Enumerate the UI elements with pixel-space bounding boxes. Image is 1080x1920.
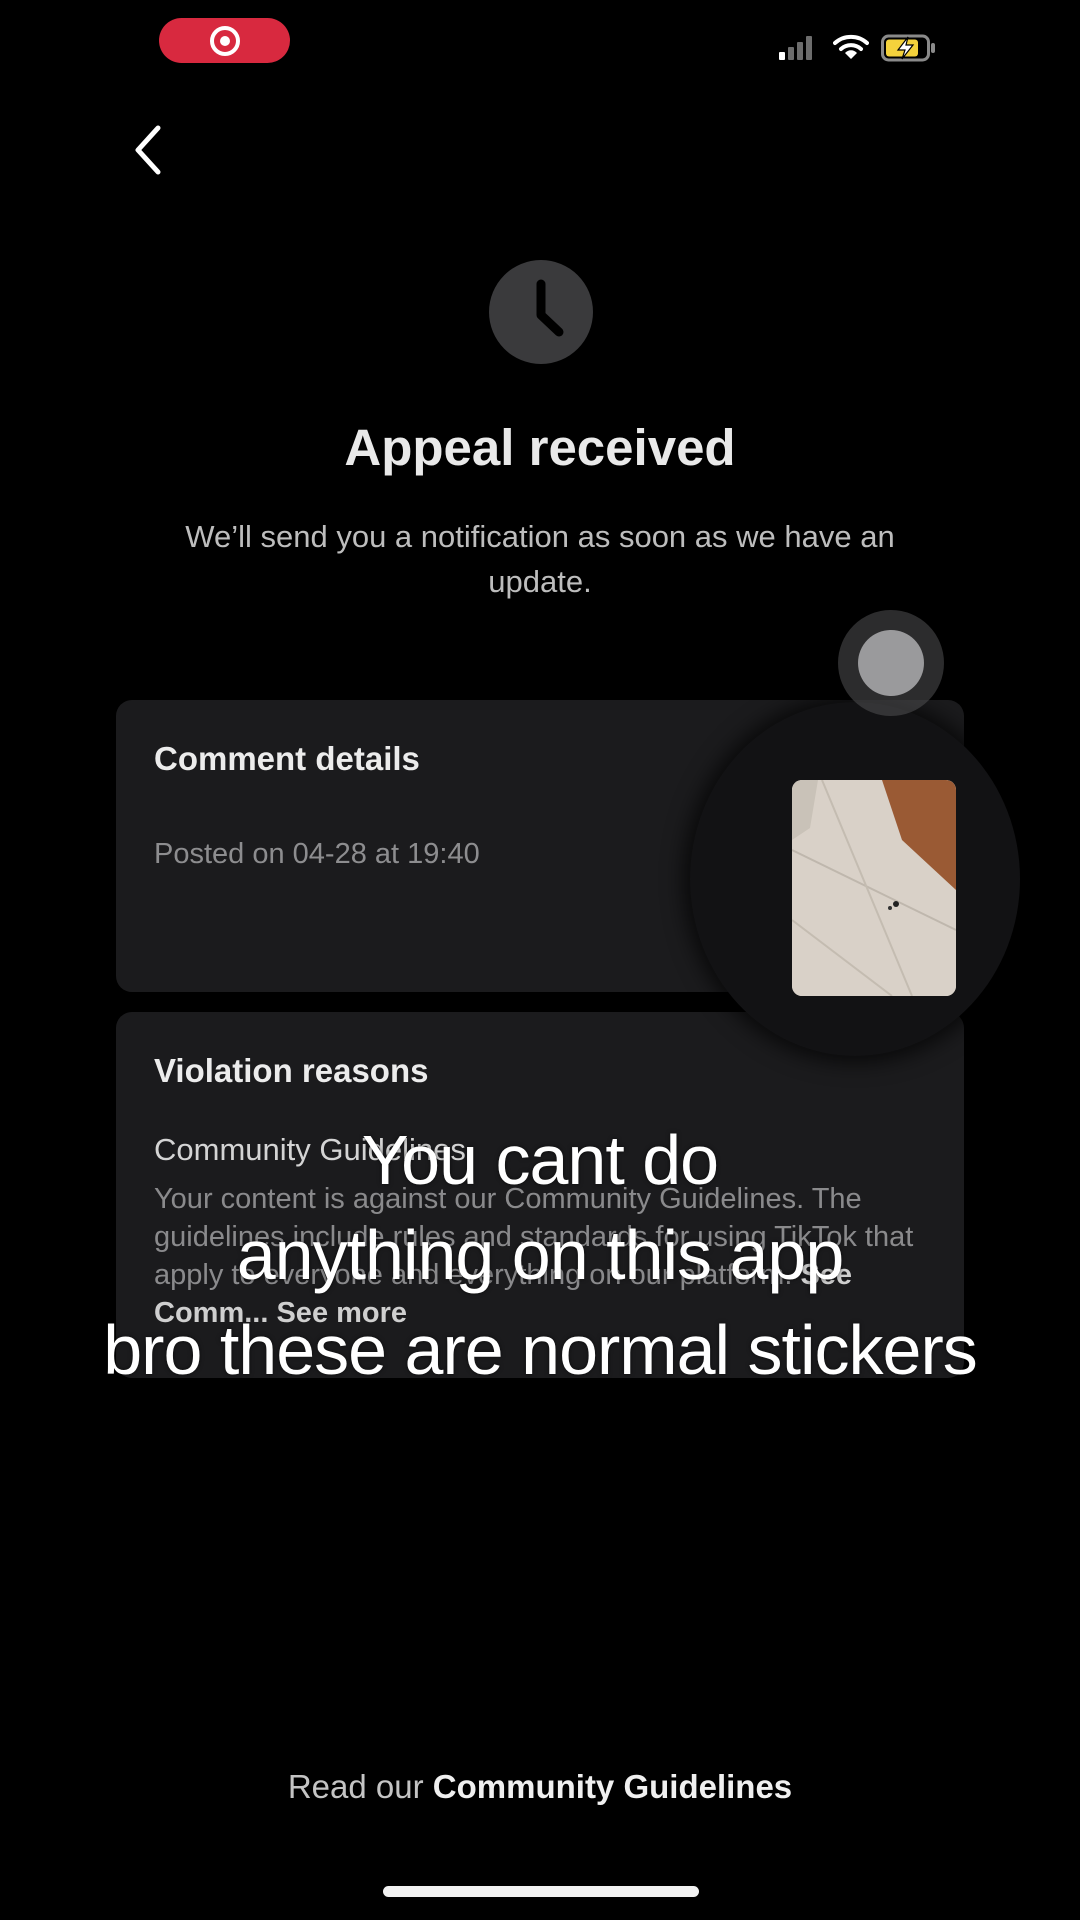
posted-timestamp: Posted on 04-28 at 19:40 [154,838,480,870]
screen-recording-indicator[interactable] [159,18,290,63]
comment-details-title: Comment details [154,740,420,777]
wifi-icon [833,34,869,59]
community-guidelines-link[interactable]: Community Guidelines [433,1768,792,1805]
footer-prefix: Read our [287,1768,424,1805]
overlay-caption-line-2: anything on this app [236,1216,845,1294]
page-subtitle: We’ll send you a notification as soon as… [185,519,895,599]
page-title: Appeal received [344,419,736,476]
overlay-caption-line-3: bro these are normal stickers [103,1311,978,1389]
clock-icon [489,260,593,364]
violation-reasons-title: Violation reasons [154,1052,429,1089]
screen-recording-icon [209,25,240,56]
footer-guidelines: Read our Community Guidelines [0,1768,1080,1806]
overlay-caption-line-1: You cant do [361,1121,719,1199]
touch-indicator-core [858,630,924,696]
battery-charging-icon [881,34,935,62]
cellular-signal-icon [779,36,812,60]
comment-sticker-thumbnail[interactable] [792,780,956,996]
home-indicator[interactable] [383,1886,699,1897]
chevron-left-icon[interactable] [128,122,170,178]
